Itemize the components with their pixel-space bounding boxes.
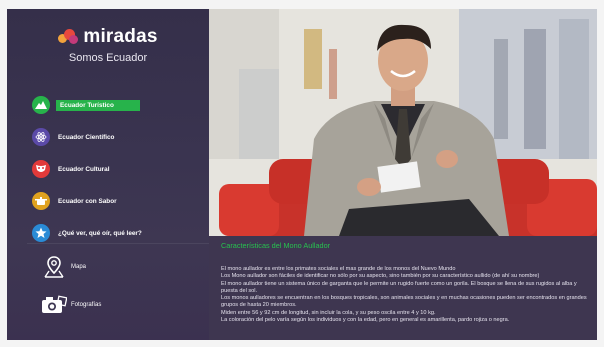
menu-item-label: Ecuador Cultural — [58, 165, 110, 173]
info-panel: Características del Mono Aullador El mon… — [209, 236, 597, 340]
photos-label: Fotografías — [71, 302, 102, 308]
article-paragraph: La coloración del pelo varía según los i… — [221, 317, 510, 324]
bottom-nav: Mapa Fotografías — [41, 252, 201, 328]
article-paragraph: El mono aullador es entre los primates s… — [221, 266, 456, 272]
cooking-pot-icon — [32, 192, 50, 210]
star-icon — [32, 224, 50, 242]
photos-link[interactable]: Fotografías — [41, 290, 201, 320]
article-paragraph: Los monos aulladores se encuentran en lo… — [221, 295, 587, 309]
mask-icon — [32, 160, 50, 178]
article-body: El mono aullador es entre los primates s… — [221, 266, 593, 324]
menu-item-sabor[interactable]: Ecuador con Sabor — [32, 189, 202, 213]
article-paragraph: Miden entre 56 y 92 cm de longitud, sin … — [221, 309, 436, 316]
brand: miradas Somos Ecuador — [7, 25, 209, 64]
atom-icon — [32, 128, 50, 146]
sidebar: miradas Somos Ecuador Ecuador Turístico — [7, 9, 209, 340]
menu-item-label: Ecuador Científico — [58, 133, 115, 141]
camera-icon — [41, 292, 67, 318]
sidebar-divider — [27, 243, 209, 244]
map-link[interactable]: Mapa — [41, 252, 201, 282]
hero-image — [209, 9, 597, 236]
map-pin-icon — [41, 254, 67, 280]
article-paragraph: El mono aullador tiene un sistema único … — [221, 280, 577, 294]
mountain-icon — [32, 96, 50, 114]
main-menu: Ecuador Turístico Ecuador Científico Ecu… — [32, 93, 202, 253]
tagline: Somos Ecuador — [68, 52, 148, 64]
map-label: Mapa — [71, 264, 87, 270]
menu-item-cultural[interactable]: Ecuador Cultural — [32, 157, 202, 181]
menu-item-label: ¿Qué ver, qué oír, qué leer? — [58, 229, 142, 237]
app-window: miradas Somos Ecuador Ecuador Turístico — [7, 9, 597, 340]
menu-item-cientifico[interactable]: Ecuador Científico — [32, 125, 202, 149]
menu-item-label: Ecuador Turístico — [56, 99, 140, 111]
logo-text: miradas — [83, 26, 158, 47]
logo[interactable]: miradas — [7, 25, 209, 49]
menu-item-que-ver[interactable]: ¿Qué ver, qué oír, qué leer? — [32, 221, 202, 245]
logo-dots-icon — [58, 28, 80, 46]
menu-item-label: Ecuador con Sabor — [58, 197, 117, 205]
menu-item-turistico[interactable]: Ecuador Turístico — [32, 93, 202, 117]
article-paragraph: Los Mono aullador son fáciles de identif… — [221, 273, 540, 280]
article-title: Características del Mono Aullador — [221, 241, 331, 250]
